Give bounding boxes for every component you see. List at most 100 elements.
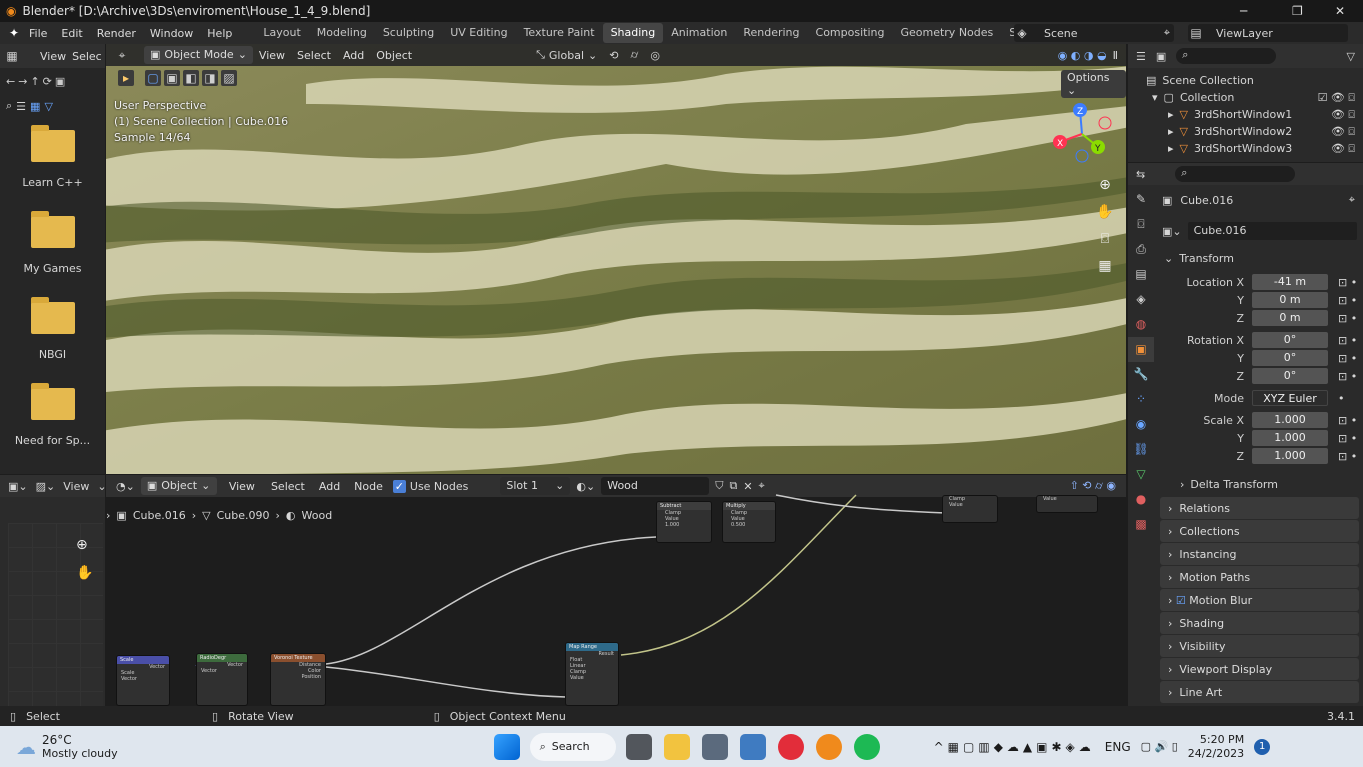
file-select-menu[interactable]: Selec [72,50,102,63]
tab-modeling[interactable]: Modeling [309,23,375,43]
image-view-menu[interactable]: View [63,480,89,493]
filter-icon[interactable]: ▽ [1347,50,1355,63]
view-layer-tab-icon[interactable]: ▤ [1128,262,1154,287]
pin-icon[interactable]: ⌖ [1164,26,1174,40]
opera-icon[interactable] [777,733,804,760]
hand-pan-icon[interactable]: ✋ [76,559,93,587]
section-motion-blur[interactable]: › ☑ Motion Blur [1160,589,1359,611]
close-button[interactable]: ✕ [1335,4,1345,18]
section-relations[interactable]: › Relations [1160,497,1359,519]
zoom-icon[interactable]: ⊕ [1094,172,1116,199]
physics-tab-icon[interactable]: ◉ [1128,412,1154,437]
folder-item[interactable]: Learn C++ [0,125,105,216]
blender-menu-icon[interactable]: ✦ [6,25,22,41]
menu-window[interactable]: Window [143,27,200,40]
texture-tab-icon[interactable]: ▩ [1128,512,1154,537]
outliner-search-input[interactable]: ⌕ [1176,48,1277,64]
location-z-field[interactable]: 0 m [1252,310,1328,326]
list-view-icon[interactable]: ☰ [16,100,26,113]
zoom-icon[interactable]: ⊕ [76,531,93,559]
viewport-view-menu[interactable]: View [253,49,291,62]
display-mode-icon[interactable]: ▣ [1156,50,1166,63]
outliner-row[interactable]: ▸ ▽ 3rdShortWindow2 👁 ⌼ [1128,123,1363,140]
section-motion-paths[interactable]: › Motion Paths [1160,566,1359,588]
navigation-gizmo[interactable]: Z X Y [1050,100,1114,166]
notification-badge[interactable]: 1 [1254,738,1271,755]
tab-rendering[interactable]: Rendering [735,23,807,43]
editor-type-icon[interactable]: ⌖ [114,47,130,63]
node-value-field[interactable]: 0.500 [723,522,775,528]
tab-geometry-nodes[interactable]: Geometry Nodes [892,23,1001,43]
lock-icon[interactable]: ⊡ • [1338,334,1357,347]
transform-panel-header[interactable]: ⌄ Transform [1156,247,1363,269]
constraints-tab-icon[interactable]: ⛓ [1128,437,1154,462]
editor-type-icon[interactable]: ▣⌄ [8,480,28,493]
forward-arrow-icon[interactable]: → [18,75,27,88]
tab-layout[interactable]: Layout [255,23,308,43]
orientation-dropdown[interactable]: ⤡ Global ⌄ [536,48,597,62]
lock-icon[interactable]: ⊡ • [1338,414,1357,427]
viewport-add-menu[interactable]: Add [337,49,370,62]
multiply-node[interactable]: Multiply Clamp Value 0.500 [722,501,776,543]
rotation-mode-dropdown[interactable]: XYZ Euler [1252,390,1328,406]
modifier-tab-icon[interactable]: 🔧 [1128,362,1154,387]
lock-icon[interactable]: ⊡ • [1338,432,1357,445]
editor-type-icon[interactable]: ▦ [4,48,20,64]
radial-node[interactable]: RadioDegr Vector Vector [196,653,248,706]
section-shading[interactable]: › Shading [1160,612,1359,634]
tool-tab-icon[interactable]: ✎ [1128,187,1154,212]
minimize-button[interactable]: ─ [1240,4,1247,18]
select-invert-icon[interactable]: ◨ [202,70,218,86]
task-view-icon[interactable] [625,733,652,760]
grid-icon[interactable]: ▦ [1094,253,1116,280]
rotation-z-field[interactable]: 0° [1252,368,1328,384]
lock-icon[interactable]: ⊡ • [1338,312,1357,325]
system-tray-icons[interactable]: ^▦▢▥◆☁▲▣✱◈☁ [934,740,1095,754]
settings-icon[interactable] [701,733,728,760]
render-tab-icon[interactable]: ⌼ [1128,212,1154,237]
outliner-row[interactable]: ▸ ▽ 3rdShortWindow3 👁 ⌼ [1128,140,1363,157]
lock-icon[interactable]: ⊡ • [1338,352,1357,365]
spotify-icon[interactable] [853,733,880,760]
scene-tab-icon[interactable]: ◈ [1128,287,1154,312]
back-arrow-icon[interactable]: ← [6,75,15,88]
options-button[interactable]: Options ⌄ [1061,70,1126,98]
select-intersect-icon[interactable]: ▨ [221,70,237,86]
snap-icon[interactable]: ⌭ [630,48,638,62]
editor-type-icon[interactable]: ☰ [1136,50,1146,63]
menu-render[interactable]: Render [90,27,143,40]
location-y-field[interactable]: 0 m [1252,292,1328,308]
parent-dir-icon[interactable]: ↑ [30,75,39,88]
visibility-icons[interactable]: ☑ 👁 ⌼ [1318,89,1355,106]
expand-icon[interactable]: ▾ [1152,89,1158,106]
rotation-y-field[interactable]: 0° [1252,350,1328,366]
section-line-art[interactable]: › Line Art [1160,681,1359,703]
proportional-edit-icon[interactable]: ◎ [650,49,660,62]
expand-icon[interactable]: ▸ [1168,140,1174,157]
shader-node-editor[interactable]: ◔⌄ ▣ Object ⌄ View Select Add Node ✓ Use No… [106,475,1126,706]
viewport-shading-icons[interactable]: ◉ ◐ ◑ ◒ [1058,49,1107,62]
network-volume-icons[interactable]: ▢ 🔊 ▯ [1141,740,1178,753]
view-layer-selector[interactable]: ▤ ViewLayer [1188,24,1348,42]
refresh-icon[interactable]: ⟳ [43,75,52,88]
tab-texture-paint[interactable]: Texture Paint [516,23,603,43]
object-datablock-icon[interactable]: ▣⌄ [1162,225,1182,238]
viewport-select-menu[interactable]: Select [291,49,337,62]
lock-icon[interactable]: ⊡ • [1338,370,1357,383]
viewport-object-menu[interactable]: Object [370,49,418,62]
file-view-menu[interactable]: View [34,50,72,63]
tab-sculpting[interactable]: Sculpting [375,23,442,43]
tab-animation[interactable]: Animation [663,23,735,43]
tab-compositing[interactable]: Compositing [808,23,893,43]
3d-viewport[interactable]: ⌖ ▣ Object Mode ⌄ View Select Add Object ⤡… [106,44,1126,474]
object-tab-icon[interactable]: ▣ [1128,337,1154,362]
folder-item[interactable]: My Games [0,211,105,302]
weather-widget[interactable]: 26°C Mostly cloudy [42,733,118,761]
tab-uv-editing[interactable]: UV Editing [442,23,515,43]
voronoi-node[interactable]: Voronoi Texture Distance Color Position [270,653,326,706]
tweak-tool-icon[interactable]: ▸ [118,70,134,86]
expand-icon[interactable]: ▸ [1168,123,1174,140]
visibility-icons[interactable]: 👁 ⌼ [1331,140,1355,157]
mode-dropdown[interactable]: ▣ Object Mode ⌄ [144,46,253,64]
node-value-field[interactable]: 1.000 [657,522,711,528]
